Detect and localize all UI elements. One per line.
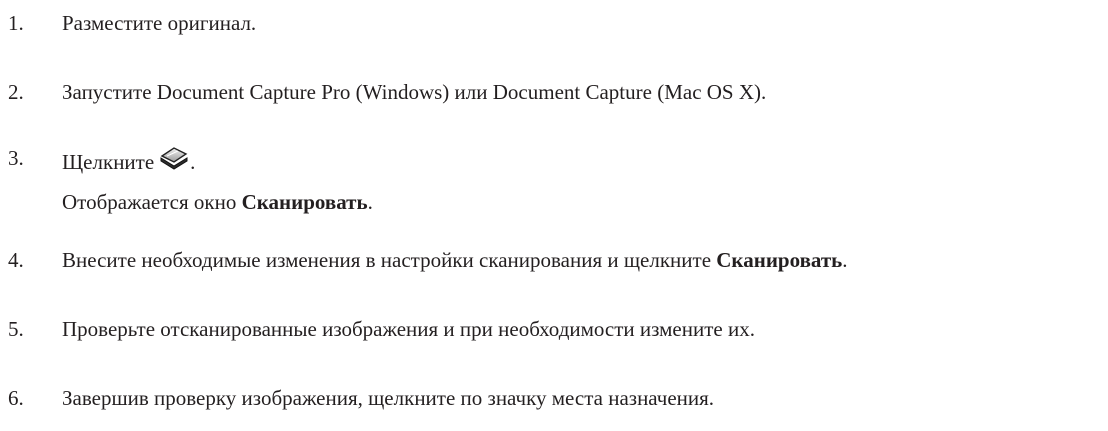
step-text: Запустите Document Capture Pro (Windows)… (62, 80, 767, 104)
scan-button-name: Сканировать (716, 248, 843, 272)
step-text: Внесите необходимые изменения в настройк… (62, 247, 848, 273)
step-number: 1. (8, 11, 24, 35)
step-text: Разместите оригинал. (62, 11, 257, 35)
step-text: Щелкните . (62, 145, 195, 175)
step-text-after: . (842, 248, 848, 272)
step-number: 3. (8, 146, 24, 170)
step-text: Завершив проверку изображения, щелкните … (62, 386, 715, 410)
step-text-before: Внесите необходимые изменения в настройк… (62, 248, 717, 272)
step-number: 6. (8, 386, 24, 410)
step-3-note: Отображается окно Сканировать. (62, 189, 373, 215)
scanner-icon (158, 145, 190, 171)
step-text-before: Щелкните (62, 150, 155, 174)
step-number: 2. (8, 80, 24, 104)
step-number: 4. (8, 248, 24, 272)
step-text-after: . (190, 150, 196, 174)
step-note-text: Отображается окно (62, 190, 242, 214)
scan-window-name: Сканировать (241, 190, 368, 214)
step-number: 5. (8, 317, 24, 341)
step-text: Проверьте отсканированные изображения и … (62, 317, 755, 341)
step-note-period: . (367, 190, 373, 214)
instruction-steps: 1. Разместите оригинал. 2. Запустите Doc… (0, 0, 1108, 431)
